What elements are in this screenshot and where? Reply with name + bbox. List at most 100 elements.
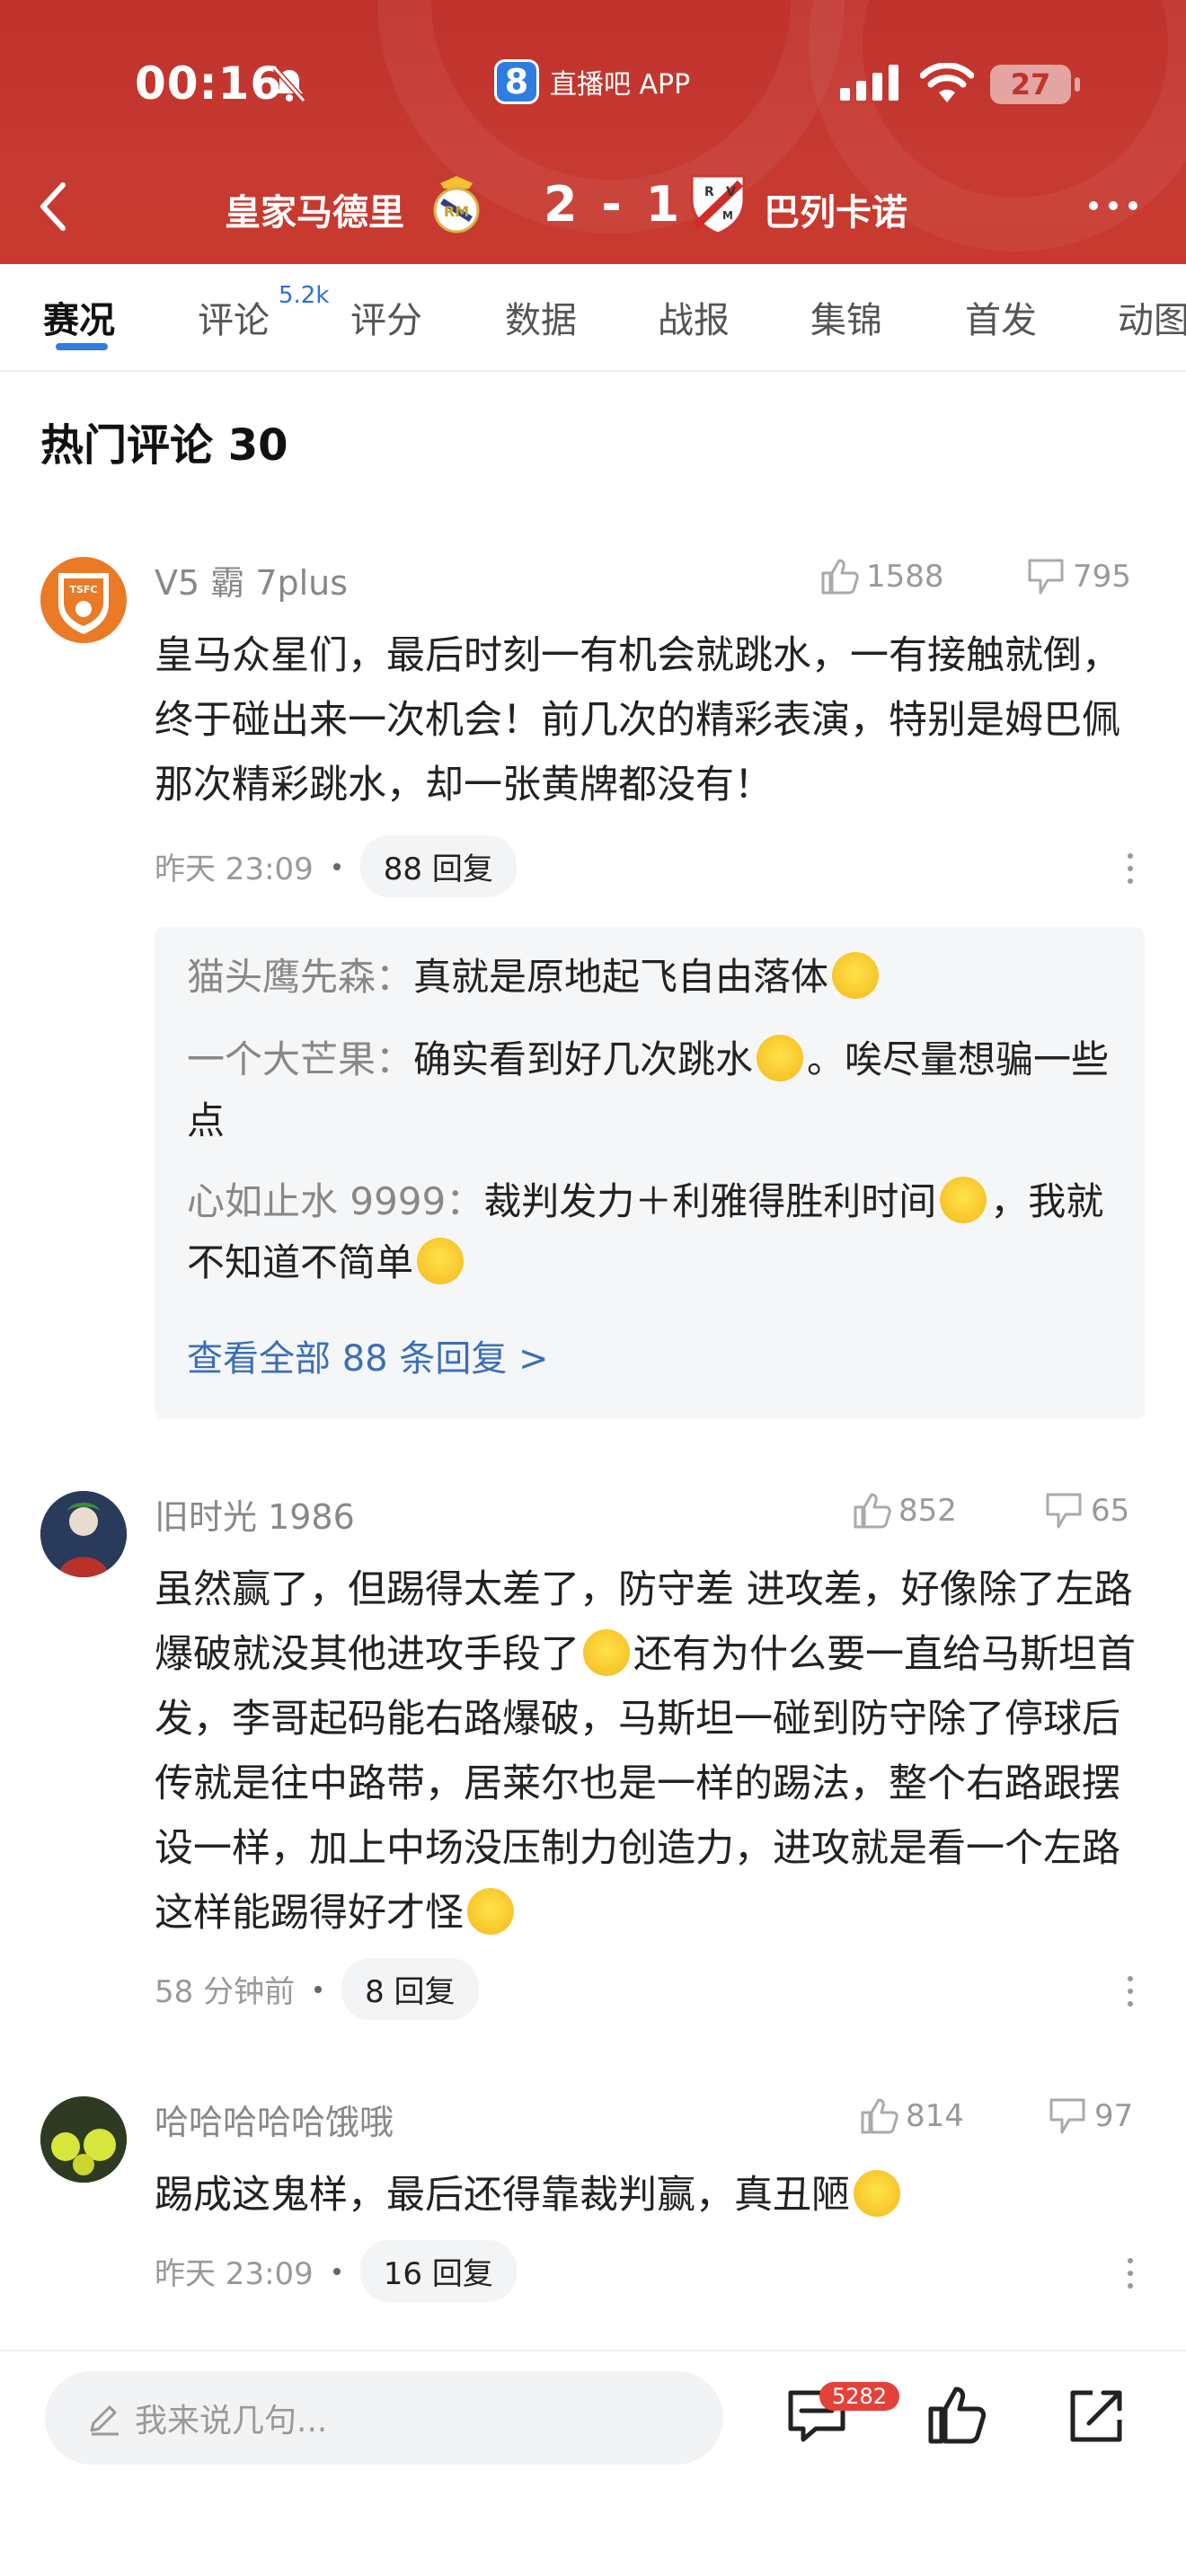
sweat-emoji-icon (940, 1177, 987, 1223)
wifi-icon (920, 63, 974, 102)
thumbs-down-icon (1049, 2098, 1085, 2134)
tab-comments[interactable]: 评论 5.2k (198, 282, 329, 343)
crying-emoji-icon (583, 1629, 630, 1676)
tab-highlights[interactable]: 集锦 (810, 291, 882, 343)
reply-preview-box: 猫头鹰先森：真就是原地起飞自由落体 一个大芒果：确实看到好几次跳水 。唉尽量想骗一… (155, 927, 1145, 1419)
thumbs-down-icon (1028, 559, 1064, 595)
comment-count-badge: 5282 (819, 2382, 900, 2411)
away-team-name[interactable]: 巴列卡诺 (764, 183, 907, 235)
comment-text: 踢成这鬼样，最后还得靠裁判赢，真丑陋 (155, 2163, 1143, 2228)
reply-username: 心如止水 9999： (187, 1179, 484, 1223)
tab-match-status[interactable]: 赛况 (43, 291, 115, 343)
comment-time: 昨天 23:09 (155, 851, 314, 887)
team-shield-icon: TSFC (58, 573, 109, 634)
dislike-button[interactable]: 65 (1044, 1491, 1129, 1531)
comment-meta: 昨天 23:09 88 回复 (155, 835, 517, 897)
reply-text: 裁判发力＋利雅得胜利时间 (483, 1179, 937, 1223)
comment-input[interactable]: 我来说几句... (45, 2371, 723, 2465)
comment-time: 昨天 23:09 (155, 2256, 314, 2292)
thumbs-up-icon (861, 2098, 898, 2134)
avatar[interactable] (40, 1491, 127, 1577)
avatar[interactable] (40, 2096, 127, 2183)
reply-username: 猫头鹰先森： (187, 955, 414, 999)
comment-more-icon[interactable] (1128, 2258, 1133, 2289)
thumbs-up-icon (821, 559, 859, 595)
vomit-emoji-icon (854, 2170, 900, 2217)
view-all-replies-link[interactable]: 查看全部 88 条回复 > (187, 1329, 549, 1381)
dislike-count: 97 (1094, 2098, 1134, 2134)
app-name: 直播吧 APP (550, 69, 691, 101)
like-count: 1588 (866, 559, 944, 595)
tab-bar: 赛况 评论 5.2k 评分 数据 战报 集锦 首发 动图 (0, 264, 1186, 372)
comment-text: 虽然赢了，但踢得太差了，防守差 进攻差，好像除了左路爆破就没其他进攻手段了 还有为… (155, 1557, 1143, 1945)
tab-stats[interactable]: 数据 (505, 291, 577, 343)
more-options-icon[interactable] (1089, 201, 1137, 210)
comment-more-icon[interactable] (1128, 1976, 1133, 2007)
reply-item[interactable]: 心如止水 9999：裁判发力＋利雅得胜利时间 ，我就不知道不简单 (187, 1171, 1112, 1293)
thumbs-down-icon (1046, 1493, 1082, 1529)
home-team-name[interactable]: 皇家马德里 (225, 183, 404, 235)
reply-item[interactable]: 一个大芒果：确实看到好几次跳水 。唉尽量想骗一些点 (187, 1029, 1112, 1151)
bottom-action-bar: 我来说几句... 5282 (0, 2350, 1186, 2576)
crying-emoji-icon (467, 1888, 514, 1935)
thumbs-up-icon (854, 1493, 891, 1529)
comment-meta: 昨天 23:09 16 回复 (155, 2240, 517, 2302)
comment-meta: 58 分钟前 8 回复 (155, 1958, 479, 2020)
tab-report[interactable]: 战报 (658, 291, 730, 343)
dislike-button[interactable]: 795 (1026, 557, 1131, 596)
reply-item[interactable]: 猫头鹰先森：真就是原地起飞自由落体 (187, 947, 1112, 1008)
tennis-balls-avatar-icon (40, 2096, 127, 2183)
share-icon[interactable] (1066, 2384, 1128, 2447)
svg-text:RM: RM (444, 203, 469, 220)
tab-lineups[interactable]: 首发 (965, 291, 1037, 343)
sweat-emoji-icon (417, 1238, 465, 1284)
reply-text: 确实看到好几次跳水 (413, 1037, 754, 1081)
pencil-icon (90, 2405, 119, 2436)
cellular-signal-icon (840, 65, 898, 101)
tab-ratings[interactable]: 评分 (350, 291, 422, 343)
rayo-vallecano-crest-icon: R V M (690, 174, 746, 235)
comment-username[interactable]: V5 霸 7plus (155, 555, 348, 604)
back-arrow-icon[interactable] (36, 180, 72, 234)
comment-item: 哈哈哈哈哈饿哦 814 97 踢成这鬼样，最后还得靠裁判赢，真丑陋 昨天 23:… (0, 2096, 1186, 2330)
reply-count-button[interactable]: 88 回复 (359, 835, 517, 897)
real-madrid-crest-icon: RM (433, 176, 480, 234)
comment-text-cont: 还有为什么要一直给马斯坦首发，李哥起码能右路爆破，马斯坦一碰到防守除了停球后传就… (155, 1632, 1136, 1936)
reply-username: 一个大芒果： (187, 1037, 414, 1081)
separator-dot (332, 862, 341, 870)
like-button[interactable]: 1588 (819, 557, 944, 596)
dislike-button[interactable]: 97 (1048, 2096, 1133, 2136)
dislike-count: 65 (1091, 1493, 1130, 1529)
comment-time: 58 分钟前 (155, 1974, 296, 2010)
comment-username[interactable]: 哈哈哈哈哈饿哦 (155, 2095, 394, 2144)
comment-text: 皇马众星们，最后时刻一有机会就跳水，一有接触就倒，终于碰出来一次机会！前几次的精… (155, 633, 1120, 807)
reply-count-button[interactable]: 8 回复 (341, 1958, 479, 2020)
like-count: 814 (906, 2098, 964, 2134)
joker-avatar-icon (40, 1491, 127, 1577)
thumbs-up-icon[interactable] (925, 2384, 988, 2447)
section-title: 热门评论 30 (40, 420, 288, 471)
svg-text:TSFC: TSFC (69, 584, 97, 595)
reply-text: 真就是原地起飞自由落体 (413, 955, 829, 999)
separator-dot (332, 2267, 341, 2275)
reply-count-button[interactable]: 16 回复 (359, 2240, 517, 2302)
tab-comments-label: 评论 (198, 300, 270, 341)
battery-indicator: 27 (990, 65, 1080, 104)
active-tab-indicator (56, 343, 108, 350)
match-header: 00:16 8 直播吧 APP 27 皇家马德里 RM 2 - 1 R V M … (0, 0, 1186, 264)
comment-item: 旧时光 1986 852 65 虽然赢了，但踢得太差了，防守差 进攻差，好像除了… (0, 1491, 1186, 2048)
like-button[interactable]: 852 (852, 1491, 957, 1531)
comment-username[interactable]: 旧时光 1986 (155, 1489, 355, 1539)
avatar[interactable]: TSFC (40, 557, 127, 643)
like-button[interactable]: 814 (859, 2096, 964, 2136)
comment-text-part: 踢成这鬼样，最后还得靠裁判赢，真丑陋 (155, 2173, 850, 2218)
comment-more-icon[interactable] (1128, 853, 1133, 884)
tab-comments-badge: 5.2k (279, 282, 330, 309)
cat-emoji-icon (757, 1035, 804, 1081)
separator-dot (314, 1985, 323, 1993)
comment-input-placeholder: 我来说几句... (135, 2403, 328, 2439)
crying-emoji-icon (832, 952, 880, 999)
tab-gifs[interactable]: 动图 (1118, 291, 1186, 343)
dislike-count: 795 (1073, 559, 1131, 595)
match-score: 2 - 1 (544, 176, 684, 233)
